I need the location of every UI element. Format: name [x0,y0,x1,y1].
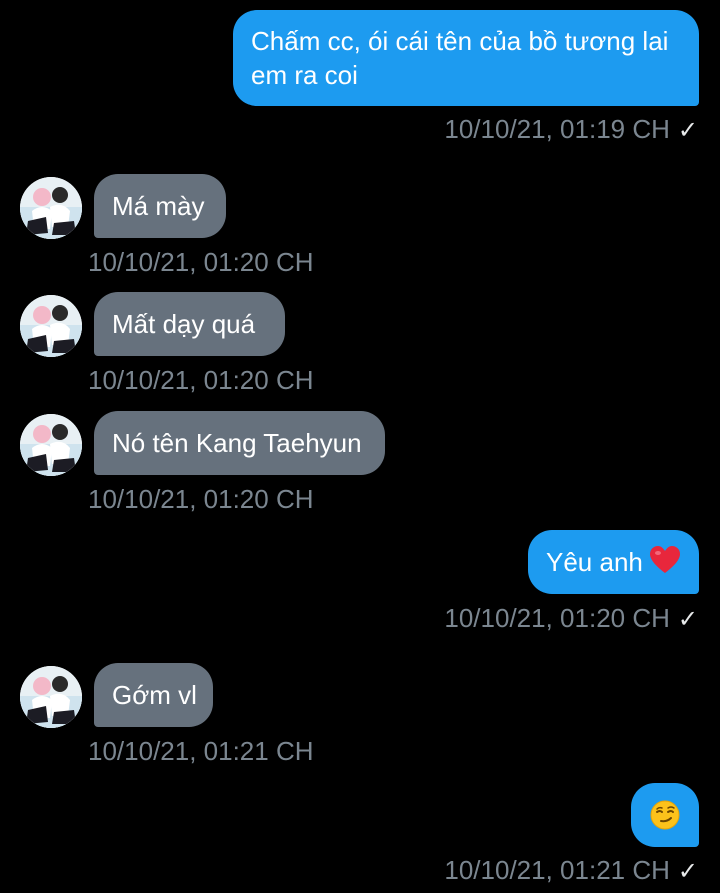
message-text: Yêu anh [546,547,643,577]
message-text-line: Chấm cc, ói cái tên của bồ tương lai [251,26,669,56]
timestamp-text: 10/10/21, 01:21 CH [444,855,670,885]
message-bubble-outgoing[interactable]: Yêu anh [528,530,699,594]
message-timestamp: 10/10/21, 01:21 CH [88,736,314,766]
message-timestamp: 10/10/21, 01:19 CH ✓ [444,114,698,146]
red-heart-emoji [650,546,681,582]
message-bubble-incoming[interactable]: Má mày [94,174,226,238]
avatar[interactable] [20,666,82,728]
message-text: Mất dạy quá [112,309,256,339]
smirking-face-emoji [650,800,680,838]
message-timestamp: 10/10/21, 01:20 CH [88,365,314,395]
message-text: Nó tên Kang Taehyun [112,428,362,458]
timestamp-text: 10/10/21, 01:20 CH [88,484,314,514]
message-bubble-incoming[interactable]: Mất dạy quá [94,292,285,356]
message-timestamp: 10/10/21, 01:20 CH [88,484,314,514]
message-timestamp: 10/10/21, 01:21 CH ✓ [444,855,698,887]
avatar[interactable] [20,295,82,357]
message-timestamp: 10/10/21, 01:20 CH ✓ [444,603,698,635]
timestamp-text: 10/10/21, 01:19 CH [444,114,670,144]
message-text: Má mày [112,191,205,221]
check-icon: ✓ [677,606,698,633]
avatar[interactable] [20,414,82,476]
message-text: Gớm vl [112,680,197,710]
timestamp-text: 10/10/21, 01:20 CH [88,365,314,395]
message-bubble-incoming[interactable]: Gớm vl [94,663,213,727]
message-bubble-outgoing[interactable] [631,783,699,847]
message-bubble-incoming[interactable]: Nó tên Kang Taehyun [94,411,385,475]
timestamp-text: 10/10/21, 01:20 CH [444,603,670,633]
timestamp-text: 10/10/21, 01:21 CH [88,736,314,766]
check-icon: ✓ [677,117,698,144]
check-icon: ✓ [677,858,698,885]
message-bubble-outgoing[interactable]: Chấm cc, ói cái tên của bồ tương lai em … [233,10,699,106]
avatar[interactable] [20,177,82,239]
timestamp-text: 10/10/21, 01:20 CH [88,247,314,277]
message-text-line: em ra coi [251,60,358,90]
message-timestamp: 10/10/21, 01:20 CH [88,247,314,277]
